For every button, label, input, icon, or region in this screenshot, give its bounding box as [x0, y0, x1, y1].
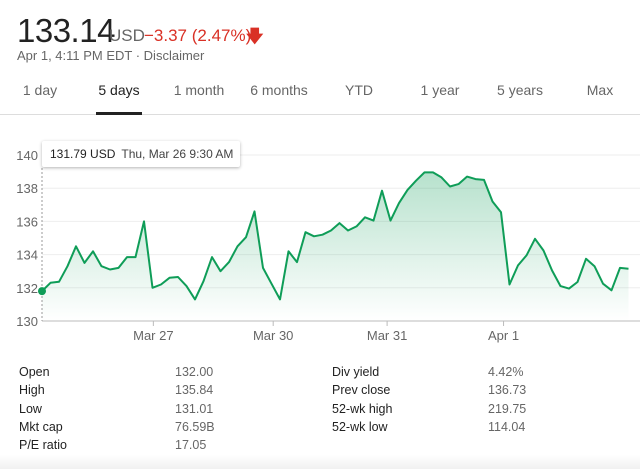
price-change: −3.37 (2.47%)	[144, 26, 251, 46]
stat-value: 219.75	[488, 402, 526, 416]
x-tick-label: Mar 30	[253, 328, 293, 343]
y-tick-label: 140	[16, 148, 38, 163]
stat-value: 132.00	[175, 365, 213, 379]
tab-1-year[interactable]: 1 year	[421, 82, 460, 98]
stat-value: 131.01	[175, 402, 213, 416]
stat-value: 4.42%	[488, 365, 523, 379]
tooltip-time: Thu, Mar 26 9:30 AM	[121, 147, 233, 161]
timestamp-disclaimer[interactable]: Apr 1, 4:11 PM EDT · Disclaimer	[17, 48, 204, 63]
tab-max[interactable]: Max	[587, 82, 613, 98]
arrow-down-icon: 🡇	[246, 24, 263, 53]
tooltip-value: 131.79 USD	[50, 147, 115, 161]
current-price: 133.14	[17, 12, 115, 50]
stat-value: 135.84	[175, 383, 213, 397]
tab-1-day[interactable]: 1 day	[23, 82, 57, 98]
tab-5-years[interactable]: 5 years	[497, 82, 543, 98]
stat-label: Prev close	[332, 383, 390, 397]
stat-label: Low	[19, 402, 42, 416]
chart-tooltip: 131.79 USD Thu, Mar 26 9:30 AM	[42, 141, 240, 167]
y-tick-label: 136	[16, 214, 38, 229]
x-tick-label: Mar 31	[367, 328, 407, 343]
price-chart[interactable]: 130 132 134 136 138 140 Mar 27 Mar 30 Mar 31 Apr…	[0, 140, 640, 345]
y-tick-label: 130	[16, 314, 38, 329]
y-tick-label: 134	[16, 248, 38, 263]
stat-label: Mkt cap	[19, 420, 63, 434]
active-tab-indicator	[96, 112, 142, 115]
tab-5-days[interactable]: 5 days	[98, 82, 139, 98]
x-tick-label: Apr 1	[488, 328, 519, 343]
stat-value: 114.04	[488, 420, 525, 434]
stat-label: P/E ratio	[19, 438, 67, 452]
bottom-fade	[0, 455, 640, 469]
stat-label: High	[19, 383, 45, 397]
stat-label: Div yield	[332, 365, 379, 379]
hover-point	[38, 287, 46, 295]
stat-value: 76.59B	[175, 420, 215, 434]
stat-label: 52-wk low	[332, 420, 388, 434]
tab-6-months[interactable]: 6 months	[250, 82, 308, 98]
stat-label: Open	[19, 365, 50, 379]
y-tick-label: 138	[16, 181, 38, 196]
x-tick-label: Mar 27	[133, 328, 173, 343]
stat-value: 136.73	[488, 383, 526, 397]
y-tick-label: 132	[16, 281, 38, 296]
currency-label: USD	[109, 26, 145, 46]
stat-label: 52-wk high	[332, 402, 392, 416]
stat-value: 17.05	[175, 438, 206, 452]
tab-1-month[interactable]: 1 month	[174, 82, 225, 98]
tab-ytd[interactable]: YTD	[345, 82, 373, 98]
